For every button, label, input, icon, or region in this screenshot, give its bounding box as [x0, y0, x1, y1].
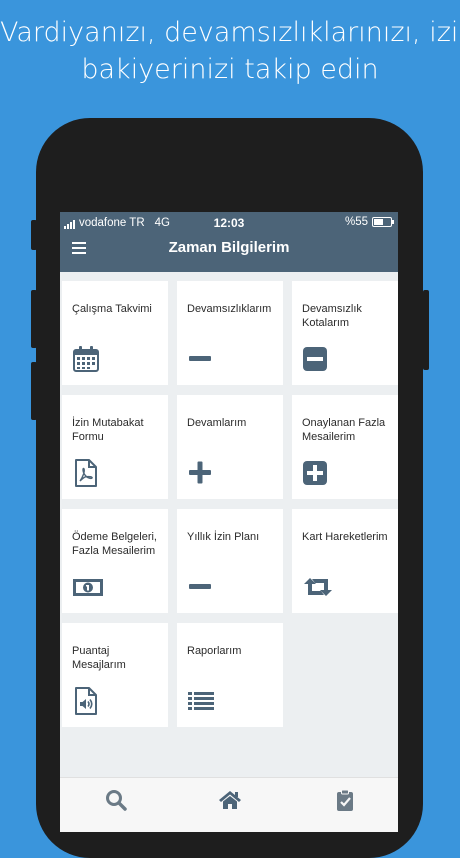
tile-label: Kart Hareketlerim: [302, 531, 388, 543]
home-icon[interactable]: [218, 788, 242, 812]
money-bill-icon: [73, 579, 103, 596]
plus-square-icon: [303, 461, 327, 485]
tile-label: Devamlarım: [187, 417, 247, 429]
tile-label: Yıllık İzin Planı: [187, 531, 260, 543]
retweet-icon: [304, 578, 332, 596]
tile-label: Çalışma Takvimi: [72, 303, 152, 315]
app-screen: vodafone TR 4G 12:03 %55 Zaman Bilgileri…: [60, 212, 398, 832]
tile-izin-mutabakat-formu[interactable]: İzin Mutabakat Formu: [62, 395, 168, 499]
phone-mute-button: [31, 220, 37, 250]
tile-puantaj-mesajlarim[interactable]: Puantaj Mesajlarım: [62, 623, 168, 727]
tile-yillik-izin-plani[interactable]: Yıllık İzin Planı: [177, 509, 283, 613]
tab-bar: [60, 777, 398, 832]
phone-volume-up-button: [31, 290, 37, 348]
search-icon[interactable]: [104, 788, 128, 812]
minus-icon: [189, 584, 211, 589]
tile-raporlarim[interactable]: Raporlarım: [177, 623, 283, 727]
tile-calisma-takvimi[interactable]: Çalışma Takvimi: [62, 281, 168, 385]
battery-percent: %55: [344, 216, 368, 228]
tile-onaylanan-fazla-mesailerim[interactable]: Onaylanan Fazla Mesailerim: [292, 395, 398, 499]
tile-label: İzin Mutabakat Formu: [72, 417, 144, 443]
tile-label: Raporlarım: [187, 645, 242, 657]
phone-volume-down-button: [31, 362, 37, 420]
tile-label: Onaylanan Fazla Mesailerim: [302, 417, 386, 443]
menu-grid: Çalışma Takvimi Devamsızlıklarım Devamsı…: [60, 272, 398, 777]
minus-square-icon: [303, 347, 327, 371]
calendar-icon: [73, 346, 99, 372]
audio-file-icon: [75, 687, 97, 715]
minus-icon: [189, 356, 211, 361]
tile-label: Devamsızlık Kotalarım: [302, 303, 362, 329]
pdf-file-icon: [75, 459, 97, 487]
promo-text: Vardiyanızı, devamsızlıklarınızı, izin b…: [0, 14, 460, 88]
tile-devamsizliklarim[interactable]: Devamsızlıklarım: [177, 281, 283, 385]
promo-line-2: bakiyerinizi takip edin: [81, 54, 379, 85]
list-icon: [188, 692, 214, 710]
battery-icon: [372, 217, 394, 227]
phone-power-button: [423, 290, 429, 370]
tile-label: Puantaj Mesajlarım: [72, 645, 126, 671]
tile-devamsizlik-kotalarim[interactable]: Devamsızlık Kotalarım: [292, 281, 398, 385]
clipboard-check-icon[interactable]: [333, 788, 357, 812]
page-title: Zaman Bilgilerim: [168, 239, 290, 256]
app-header: vodafone TR 4G 12:03 %55 Zaman Bilgileri…: [60, 212, 398, 272]
tile-kart-hareketlerim[interactable]: Kart Hareketlerim: [292, 509, 398, 613]
tile-label: Ödeme Belgeleri, Fazla Mesailerim: [72, 531, 157, 557]
tile-devamlarim[interactable]: Devamlarım: [177, 395, 283, 499]
tile-label: Devamsızlıklarım: [187, 303, 272, 315]
plus-icon: [189, 461, 211, 484]
tile-odeme-belgeleri[interactable]: Ödeme Belgeleri, Fazla Mesailerim: [62, 509, 168, 613]
promo-line-1: Vardiyanızı, devamsızlıklarınızı, izin: [0, 17, 460, 48]
status-bar: vodafone TR 4G 12:03 %55: [60, 212, 398, 234]
